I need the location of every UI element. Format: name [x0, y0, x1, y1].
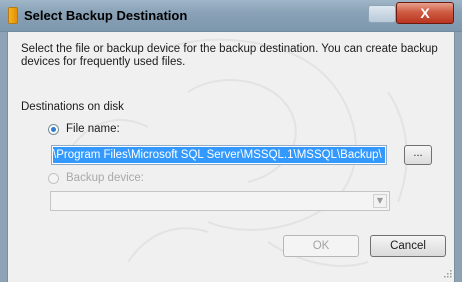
cancel-button[interactable]: Cancel — [370, 235, 446, 257]
ok-button[interactable]: OK — [283, 235, 359, 257]
dialog-title: Select Backup Destination — [24, 8, 188, 23]
file-name-label: File name: — [66, 123, 120, 135]
close-icon: X — [420, 5, 430, 21]
destinations-label: Destinations on disk — [21, 101, 124, 113]
browse-button[interactable]: ... — [404, 145, 432, 165]
file-path-selected-text: \Program Files\Microsoft SQL Server\MSSQ… — [53, 147, 385, 163]
backup-file-icon — [8, 7, 18, 24]
file-name-option[interactable]: File name: — [48, 123, 120, 135]
dialog-body: Select the file or backup device for the… — [7, 32, 455, 282]
backup-destination-dialog: Select Backup Destination X Select the f… — [0, 0, 462, 282]
title-bar[interactable]: Select Backup Destination X — [0, 0, 462, 32]
resize-grip-icon[interactable] — [444, 270, 452, 278]
file-path-input[interactable]: \Program Files\Microsoft SQL Server\MSSQ… — [51, 145, 387, 165]
backup-device-radio[interactable] — [48, 172, 59, 184]
description-text: Select the file or backup device for the… — [21, 43, 438, 68]
file-name-radio[interactable] — [48, 123, 59, 135]
chevron-down-icon[interactable]: ▼ — [373, 194, 387, 208]
backup-device-option[interactable]: Backup device: — [48, 172, 144, 184]
backup-device-label: Backup device: — [66, 172, 144, 184]
minimize-button[interactable] — [368, 5, 396, 23]
close-button[interactable]: X — [396, 2, 454, 24]
backup-device-dropdown[interactable]: ▼ — [50, 191, 390, 211]
